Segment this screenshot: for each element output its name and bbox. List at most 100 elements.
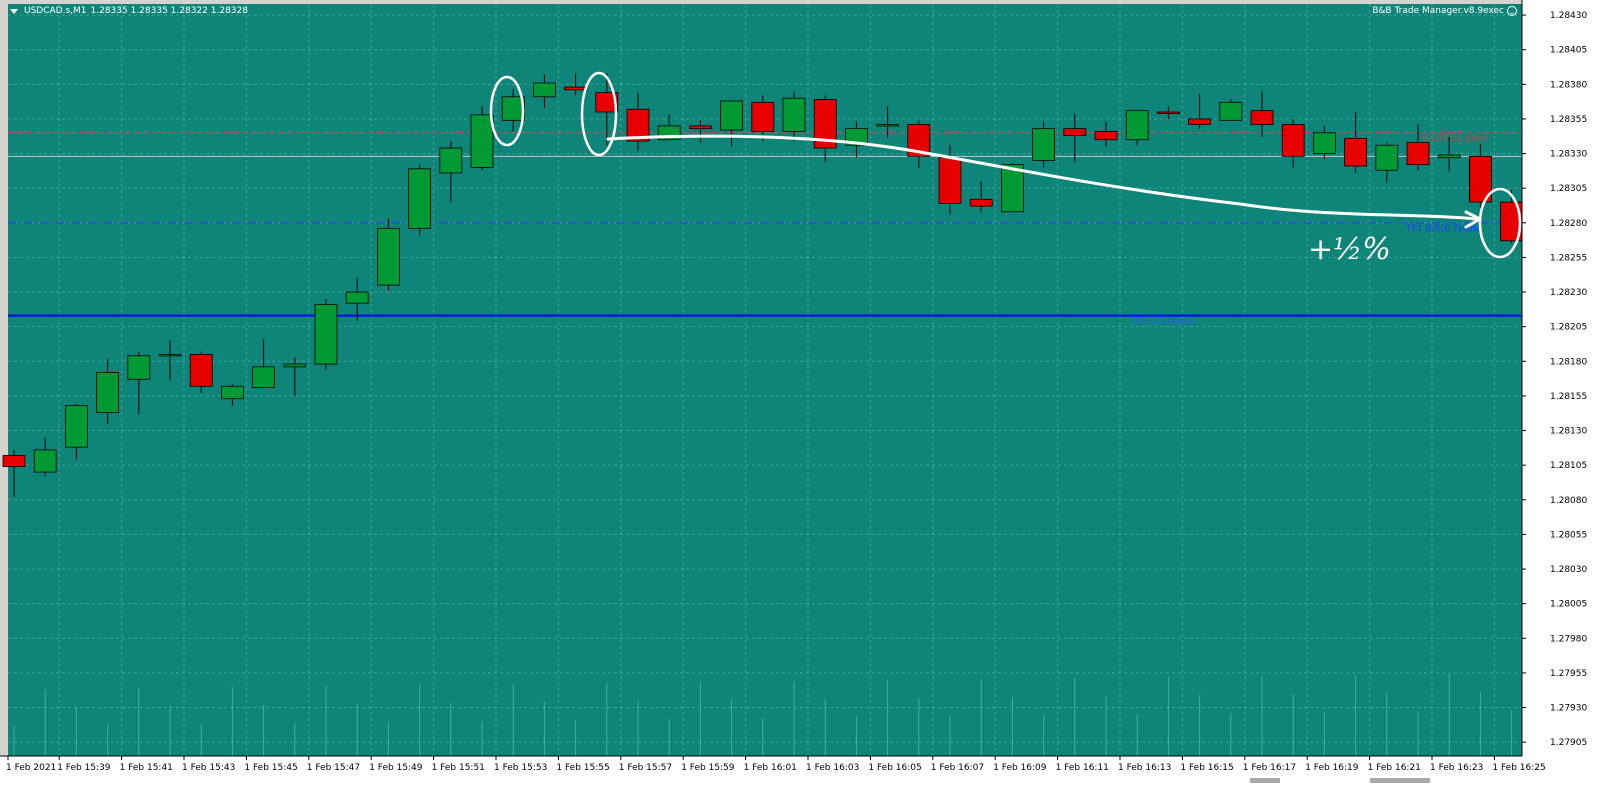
price-tick-label: 1.28380 [1550,80,1587,90]
chart-window: 0.2871(1.pips)1.283451.28328TP1 B/E(6.7p… [0,0,1611,802]
candle-bear [969,198,993,207]
time-tick-label: 1 Feb 15:43 [182,763,235,773]
price-tick-label: 1.28330 [1550,150,1587,160]
candle-bull [533,82,556,98]
price-tick-label: 1.28155 [1550,392,1587,402]
price-chart[interactable]: 0.2871(1.pips)1.283451.28328TP1 B/E(6.7p… [0,0,1611,802]
time-tick-label: 1 Feb 16:09 [993,763,1047,773]
candle-bull [33,449,57,473]
time-tick-label: 1 Feb 16:13 [1118,763,1171,773]
candle-bull [1437,154,1461,159]
candle-bull [1313,132,1336,154]
candle-bear [1188,118,1211,125]
candle-bear [1406,142,1430,166]
time-tick-label: 1 Feb 16:05 [868,763,921,773]
dropdown-triangle-icon[interactable] [10,8,18,14]
price-tick-label: 1.28080 [1550,496,1587,506]
candle-bull [376,227,400,286]
price-tick-label: 1.27980 [1550,634,1587,644]
price-tick-label: 1.28305 [1550,184,1587,194]
time-tick-label: 1 Feb 16:11 [1056,763,1109,773]
candle-bull [65,405,88,448]
candle-bear [1094,131,1118,141]
price-tick-label: 1.28280 [1550,219,1587,229]
candle-bull [439,147,463,174]
candle-bull [501,96,525,121]
candle-bear [1063,128,1087,136]
price-tick-label: 1.28230 [1550,288,1587,298]
price-tick-label: 1.28130 [1550,427,1587,437]
candle-bull [314,304,338,365]
candle-bull [158,353,182,357]
candle-bull [96,371,119,413]
candle-bull [876,124,899,127]
candle-bear [938,157,962,204]
time-tick-label: 1 Feb 16:01 [744,763,797,773]
symbol-label: USDCAD.s,M1 [24,6,87,16]
level-label-tp2: TP2 (13.4pips) [1129,317,1195,327]
candle-bull [1375,144,1399,171]
price-tick-label: 1.28255 [1550,253,1587,263]
time-tick-label: 1 Feb 16:17 [1243,763,1296,773]
candle-bear [1281,124,1305,157]
ea-name: B&B Trade Manager.v8.9exec [1372,6,1504,16]
time-tick-label: 1 Feb 16:19 [1305,763,1359,773]
time-tick-label: 1 Feb 2021 [6,763,56,773]
time-tick-label: 1 Feb 16:25 [1492,763,1545,773]
price-tick-label: 1.28030 [1550,565,1587,575]
price-tick-label: 1.27930 [1550,704,1587,714]
price-tick-label: 1.28355 [1550,115,1587,125]
candle-bull [1219,101,1243,121]
time-tick-label: 1 Feb 16:03 [806,763,859,773]
symbol-header[interactable]: USDCAD.s,M1 1.28335 1.28335 1.28322 1.28… [10,6,248,16]
level-label-entry: 0.2871(1.pips) [1422,134,1488,144]
price-tick-label: 1.28005 [1550,600,1587,610]
price-tick-label: 1.28205 [1550,323,1587,333]
time-tick-label: 1 Feb 15:49 [369,763,423,773]
price-tick-label: 1.28105 [1550,461,1587,471]
expert-advisor-label[interactable]: B&B Trade Manager.v8.9exec [1372,6,1517,16]
candle-bull [408,168,432,229]
candle-bull [1125,110,1149,141]
candle-bull [252,366,276,389]
candle-bull [1032,128,1055,161]
price-axis[interactable]: 1.28430 1.28405 1.28380 1.28355 1.28330 1.283… [1521,0,1611,802]
time-tick-label: 1 Feb 15:47 [307,763,360,773]
time-tick-label: 1 Feb 15:59 [681,763,735,773]
candle-bull [720,100,743,131]
price-tick-label: 1.28405 [1550,46,1587,56]
scrollbar-thumb[interactable] [1370,778,1430,783]
candle-bull [220,385,244,400]
time-tick-label: 1 Feb 15:39 [57,763,111,773]
candle-bear [2,455,26,467]
time-axis[interactable]: 1 Feb 2021 1 Feb 15:39 1 Feb 15:41 1 Feb 15… [0,755,1546,802]
time-tick-label: 1 Feb 16:21 [1368,763,1421,773]
candle-bull [283,363,307,368]
time-tick-label: 1 Feb 16:15 [1180,763,1233,773]
time-tick-label: 1 Feb 15:53 [494,763,547,773]
candle-bear [751,101,775,132]
time-tick-label: 1 Feb 15:45 [244,763,297,773]
price-tick-label: 1.28430 [1550,11,1587,21]
candle-bull [127,355,151,380]
time-tick-label: 1 Feb 16:07 [931,763,984,773]
candle-bear [564,86,587,91]
scrollbar-thumb[interactable] [1250,778,1280,783]
candle-bull [345,291,369,304]
ohlc-readout: 1.28335 1.28335 1.28322 1.28328 [90,6,248,16]
candle-bear [1344,137,1367,167]
candle-bear [189,353,213,387]
smiley-icon [1507,6,1517,16]
price-tick-label: 1.28180 [1550,357,1587,367]
price-tick-label: 1.27905 [1550,738,1587,748]
price-tick-label: 1.28055 [1550,530,1587,540]
candle-bull [782,97,806,132]
candle-bear [1157,111,1180,114]
time-tick-label: 1 Feb 15:57 [619,763,672,773]
time-tick-label: 1 Feb 15:41 [120,763,173,773]
candle-bear [1250,110,1274,125]
time-tick-label: 1 Feb 15:51 [432,763,485,773]
candle-bear [689,125,712,130]
time-tick-label: 1 Feb 16:23 [1430,763,1483,773]
candle-bull [470,114,494,168]
